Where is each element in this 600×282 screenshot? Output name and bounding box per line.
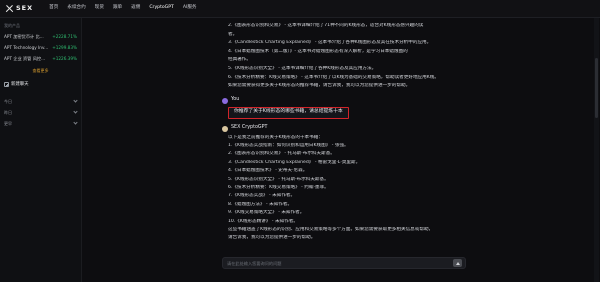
send-arrow-icon — [455, 261, 460, 265]
product-item[interactable]: APT 企业 资管 风控... +1226.39% — [0, 54, 81, 65]
reply-line: 这些书籍涵盖了K线形态的识别、应用和交易策略等多个方面。如果您需要获取更多相关信… — [228, 227, 434, 232]
user-name: You — [231, 97, 240, 103]
reply-line: 9.《K线交易策略大全》 - 未知作者。 — [228, 210, 305, 216]
main-nav: 首页 永续合约 现货 跟单 返佣 CryptoGPT AI服务 — [49, 5, 196, 12]
view-more-link[interactable]: 查看更多 — [0, 65, 81, 80]
bot-reply: 以下是我之前推荐的关于K线形态的十本书籍： 1.《K线形态实战指南：如何识别和运… — [228, 135, 470, 244]
chat-transcript: 2.《图表形态识别和交易》 - 这本书详细介绍了71种不同的K线形态，适合对K线… — [222, 18, 470, 282]
history-group-label: 今日 — [4, 98, 12, 104]
user-message-header: You — [222, 97, 470, 105]
reply-line: 3.《Candlestick Charting Explained》 - 格雷戈… — [228, 159, 361, 165]
history-group-today[interactable]: 今日 — [0, 96, 81, 107]
new-chat-label: 新建聊天 — [11, 81, 29, 87]
reply-line: 7.《K线形态实战》 - 未知作者。 — [228, 193, 296, 199]
top-navigation-bar: SEX 首页 永续合约 现货 跟单 返佣 CryptoGPT AI服务 — [0, 0, 600, 18]
history-group-label: 更早 — [4, 120, 12, 126]
product-item[interactable]: APT Technology Inv... +1299.83% — [0, 43, 81, 54]
send-button[interactable] — [453, 259, 462, 267]
nav-item-home[interactable]: 首页 — [49, 5, 58, 12]
reply-line: 5.《K线形态识别大全》 - 托马斯·布尔科夫斯基。 — [228, 176, 329, 182]
nav-item-perpetual[interactable]: 永续合约 — [67, 5, 85, 12]
nav-item-rebate[interactable]: 返佣 — [131, 5, 140, 12]
scrollbar-thumb[interactable] — [595, 58, 598, 118]
previous-bot-reply: 2.《图表形态识别和交易》 - 这本书详细介绍了71种不同的K线形态，适合对K线… — [228, 23, 470, 92]
product-change: +2228.71% — [52, 34, 77, 40]
reply-line: 3.《Candlestick Charting Explained》 - 这本书… — [228, 40, 432, 46]
reply-line: 以下是我之前推荐的关于K线形态的十本书籍： — [228, 134, 323, 140]
reply-line: 6.《技术分析精要：K线交易策略》 - 约翰·墨菲。 — [228, 185, 329, 191]
history-group-label: 昨日 — [4, 109, 12, 115]
chevron-down-icon — [73, 109, 78, 114]
chevron-down-icon — [73, 98, 78, 103]
reply-line: 经典著作。 — [228, 57, 251, 63]
history-group-yesterday[interactable]: 昨日 — [0, 107, 81, 118]
history-group-earlier[interactable]: 更早 — [0, 118, 81, 129]
brand-logo[interactable]: SEX — [5, 4, 33, 13]
nav-item-cryptogpt-label: CryptoGPT — [149, 5, 174, 11]
reply-line: 2.《图表形态识别和交易》 - 托马斯·布尔科夫斯基。 — [228, 151, 335, 157]
chat-scrollbar[interactable] — [594, 18, 599, 282]
reply-line: 1.《K线形态实战指南：如何识别和运用日K线图》 - 张强。 — [228, 143, 349, 149]
user-message: 你推荐了关于K线形态的哪些书籍，请总结提炼十本 — [228, 106, 349, 119]
product-change: +1226.39% — [52, 56, 77, 62]
bot-message-header: SEX CryptoGPT — [222, 125, 470, 133]
reply-line: 10.《K线形态精讲》 - 未知作者。 — [228, 218, 299, 224]
message-input[interactable] — [227, 260, 453, 266]
reply-line: 4.《日本蜡烛图技术（第二版）》- 这本书对蜡烛图形态有深入解析，是学习日本蜡烛… — [228, 48, 408, 54]
reply-line: 2.《图表形态识别和交易》 - 这本书详细介绍了71种不同的K线形态，适合对K线… — [228, 23, 424, 28]
product-change: +1299.83% — [52, 45, 77, 51]
reply-line: 如果您需要获得更多关于K线形态的推荐书籍，请告诉我，我可以为您提供进一步的帮助。 — [228, 83, 411, 89]
user-avatar — [222, 97, 228, 104]
product-item[interactable]: APT 加密货币计 比... +2228.71% — [0, 32, 81, 43]
product-name: APT Technology Inv... — [4, 45, 49, 51]
nav-item-ai-service[interactable]: AI服务 — [183, 5, 197, 12]
product-name: APT 企业 资管 风控... — [4, 56, 46, 62]
chevron-down-icon — [73, 120, 78, 125]
reply-line: 4.《日本蜡烛图技术》 - 史蒂夫·尼森。 — [228, 168, 308, 174]
nav-item-copy-trade[interactable]: 跟单 — [113, 5, 122, 12]
product-name: APT 加密货币计 比... — [4, 34, 44, 40]
reply-line: 请告诉我，我可以为您提供进一步的帮助。 — [228, 235, 316, 241]
bot-name: SEX CryptoGPT — [231, 125, 268, 131]
reply-line: 5.《K线形态识别大全》 - 这本书详细介绍了各种K线形态及其应用方法。 — [228, 65, 377, 71]
logo-x-icon — [5, 4, 14, 13]
message-input-bar — [222, 257, 466, 269]
bot-avatar — [222, 125, 228, 132]
reply-line: 者。 — [228, 31, 238, 37]
reply-line: 6.《技术分析精要：K线交易策略》 - 这本书介绍了以K线为基础的交易策略，帮助… — [228, 74, 439, 80]
sidebar-section-title: 我的产品 — [4, 23, 20, 28]
sidebar: 我的产品 APT 加密货币计 比... +2228.71% APT Techno… — [0, 18, 82, 282]
nav-item-cryptogpt[interactable]: CryptoGPT — [149, 5, 173, 12]
new-chat-button[interactable]: 新建聊天 — [0, 80, 81, 90]
brand-name: SEX — [16, 3, 34, 12]
reply-line: 8.《蜡烛图方法》 - 未知作者。 — [228, 201, 293, 207]
plus-icon — [4, 82, 9, 88]
nav-item-spot[interactable]: 现货 — [95, 5, 104, 12]
